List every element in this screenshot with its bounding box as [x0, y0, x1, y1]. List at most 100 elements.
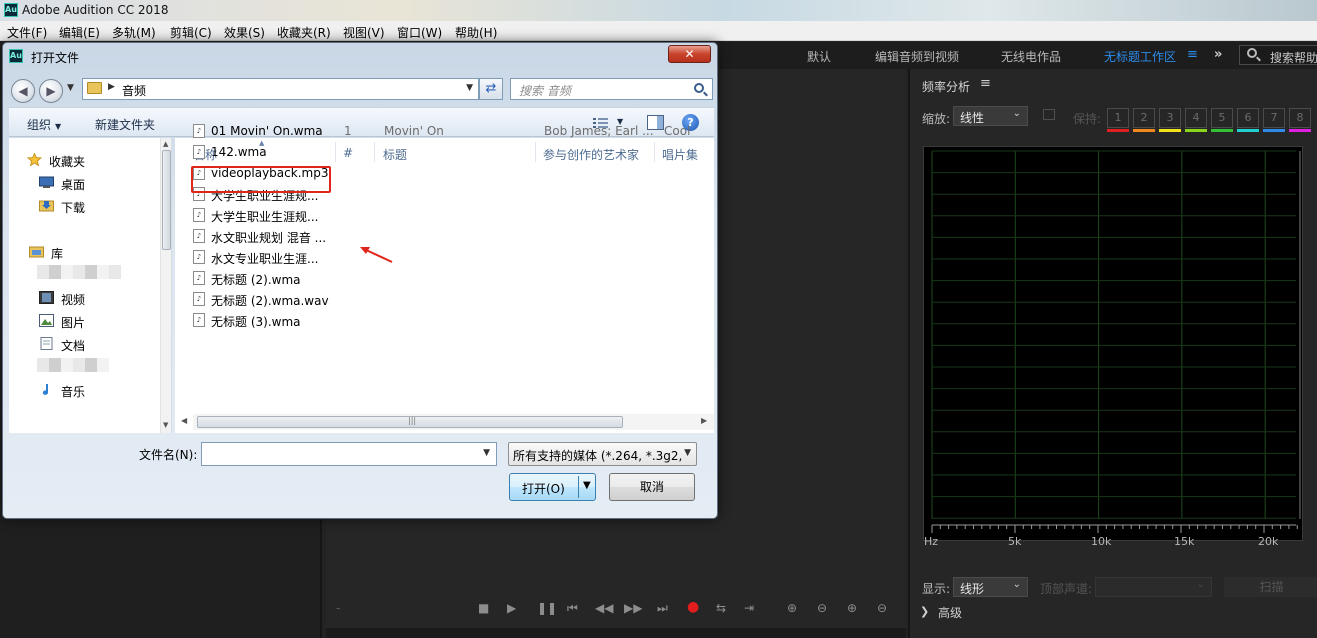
hold-color-bar: [1107, 129, 1129, 132]
scrollbar-thumb[interactable]: |||: [197, 416, 623, 428]
zoom-in-amplitude-icon[interactable]: ⊕: [787, 601, 797, 615]
organize-label: 组织: [27, 118, 52, 132]
file-row[interactable]: ♪ 大学生职业生涯规...: [193, 205, 713, 225]
menu-effects[interactable]: 效果(S): [224, 24, 265, 41]
address-bar[interactable]: ▶ 音频 ▼: [82, 78, 479, 100]
breadcrumb-audio[interactable]: 音频: [122, 82, 146, 99]
filetype-select[interactable]: 所有支持的媒体 (*.264, *.3g2, ▼: [508, 442, 697, 466]
skip-icon[interactable]: ⇥: [744, 601, 754, 615]
horizontal-scrollbar[interactable]: ◀ ||| ▶: [181, 414, 714, 430]
refresh-button[interactable]: ⇄: [479, 78, 503, 100]
workspace-untitled[interactable]: 无标题工作区: [1104, 48, 1176, 65]
hold-button-2[interactable]: 2: [1133, 108, 1155, 128]
open-button[interactable]: 打开(O) ▼: [509, 473, 596, 501]
nav-pictures[interactable]: 图片: [61, 314, 85, 331]
file-row[interactable]: ♪ 无标题 (3).wma: [193, 310, 713, 330]
scroll-up-icon[interactable]: ▲: [163, 140, 168, 148]
display-select[interactable]: 线形 ⌄: [953, 577, 1028, 597]
skip-start-icon[interactable]: ⏮: [567, 601, 578, 616]
filename-input[interactable]: ▼: [201, 442, 497, 466]
zoom-out-time-icon[interactable]: ⊖: [877, 601, 887, 615]
zoom-out-amplitude-icon[interactable]: ⊖: [817, 601, 827, 615]
audition-logo-icon: Au: [9, 49, 23, 63]
hold-button-8[interactable]: 8: [1289, 108, 1311, 128]
close-button[interactable]: ✕: [668, 45, 711, 63]
zoom-in-time-icon[interactable]: ⊕: [847, 601, 857, 615]
scrollbar-thumb[interactable]: [162, 150, 171, 250]
hold-button-5[interactable]: 5: [1211, 108, 1233, 128]
play-icon[interactable]: ▶: [507, 601, 516, 615]
back-button[interactable]: ◀: [11, 79, 35, 103]
file-row[interactable]: ♪ 水文专业职业生涯...: [193, 247, 713, 267]
nav-scrollbar[interactable]: ▲ ▼: [160, 138, 171, 433]
scroll-left-icon[interactable]: ◀: [181, 416, 187, 425]
nav-libraries[interactable]: 库: [51, 245, 63, 262]
workspace-default[interactable]: 默认: [807, 48, 831, 65]
forward-button[interactable]: ▶: [39, 79, 63, 103]
nav-music[interactable]: 音乐: [61, 383, 85, 400]
skip-end-icon[interactable]: ⏭: [657, 601, 668, 616]
menu-help[interactable]: 帮助(H): [455, 24, 497, 41]
search-icon: [1247, 48, 1257, 58]
file-name: 无标题 (3).wma: [211, 315, 301, 329]
chevron-down-icon: ⌄: [1012, 108, 1021, 119]
hold-button-6[interactable]: 6: [1237, 108, 1259, 128]
rewind-icon[interactable]: ◀◀: [595, 601, 613, 615]
checkbox-icon[interactable]: [1043, 109, 1055, 120]
chevron-down-icon[interactable]: ▼: [483, 448, 490, 458]
workspace-edit-audio-to-video[interactable]: 编辑音频到视频: [875, 48, 959, 65]
hold-button-1[interactable]: 1: [1107, 108, 1129, 128]
help-search-input[interactable]: 搜索帮助: [1239, 45, 1317, 65]
file-row[interactable]: ♪ 水文职业规划 混音 ...: [193, 226, 713, 246]
nav-videos[interactable]: 视频: [61, 291, 85, 308]
audition-logo-icon: Au: [4, 3, 18, 17]
menu-file[interactable]: 文件(F): [7, 24, 47, 41]
breadcrumb-separator-icon[interactable]: ▶: [108, 82, 115, 92]
cancel-button[interactable]: 取消: [609, 473, 695, 501]
file-row[interactable]: ♪ 01 Movin' On.wma 1 Movin' On Bob James; Ea…: [193, 121, 713, 141]
workspace-radio-production[interactable]: 无线电作品: [1001, 48, 1061, 65]
pause-icon[interactable]: ❚❚: [537, 601, 557, 615]
hold-button-4[interactable]: 4: [1185, 108, 1207, 128]
menu-window[interactable]: 窗口(W): [397, 24, 442, 41]
advanced-label[interactable]: 高级: [938, 604, 962, 621]
panel-menu-icon[interactable]: ≡: [980, 76, 991, 91]
hold-button-3[interactable]: 3: [1159, 108, 1181, 128]
fast-forward-icon[interactable]: ▶▶: [624, 601, 642, 615]
menu-clip[interactable]: 剪辑(C): [170, 24, 212, 41]
scroll-right-icon[interactable]: ▶: [701, 416, 707, 425]
channel-select[interactable]: ⌄: [1095, 577, 1212, 597]
file-artist: Bob James; Earl ...: [544, 124, 654, 138]
pixelated-item: [37, 358, 109, 372]
menu-multitrack[interactable]: 多轨(M): [112, 24, 156, 41]
menu-favorites[interactable]: 收藏夹(R): [277, 24, 331, 41]
history-dropdown-icon[interactable]: ▼: [67, 83, 74, 93]
file-row[interactable]: ♪ 无标题 (2).wma: [193, 268, 713, 288]
grip-icon: |||: [408, 416, 417, 425]
loop-icon[interactable]: ⇆: [716, 601, 726, 615]
file-row[interactable]: ♪ 142.wma: [193, 142, 713, 162]
menu-view[interactable]: 视图(V): [343, 24, 385, 41]
organize-button[interactable]: 组织 ▼: [27, 116, 61, 133]
record-icon[interactable]: ●: [687, 599, 699, 615]
search-input[interactable]: 搜索 音频: [510, 78, 713, 100]
menu-edit[interactable]: 编辑(E): [59, 24, 100, 41]
file-row[interactable]: ♪ 无标题 (2).wma.wav: [193, 289, 713, 309]
x-tick-label: Hz: [924, 535, 939, 548]
nav-downloads[interactable]: 下载: [61, 199, 85, 216]
scan-button[interactable]: 扫描: [1224, 577, 1317, 597]
hamburger-icon[interactable]: ≡: [1187, 47, 1198, 62]
stop-icon[interactable]: ■: [478, 601, 489, 615]
nav-documents[interactable]: 文档: [61, 337, 85, 354]
chevron-down-icon[interactable]: ▼: [466, 83, 473, 93]
scroll-down-icon[interactable]: ▼: [163, 421, 168, 429]
chevron-right-icon[interactable]: ❯: [920, 605, 929, 618]
pictures-icon: [39, 314, 54, 327]
new-folder-button[interactable]: 新建文件夹: [95, 116, 155, 133]
scale-select[interactable]: 线性 ⌄: [953, 106, 1028, 126]
nav-desktop[interactable]: 桌面: [61, 176, 85, 193]
nav-favorites[interactable]: 收藏夹: [49, 153, 85, 170]
double-chevron-right-icon[interactable]: »: [1214, 47, 1222, 62]
hold-button-7[interactable]: 7: [1263, 108, 1285, 128]
open-options-dropdown-icon[interactable]: ▼: [583, 480, 591, 491]
